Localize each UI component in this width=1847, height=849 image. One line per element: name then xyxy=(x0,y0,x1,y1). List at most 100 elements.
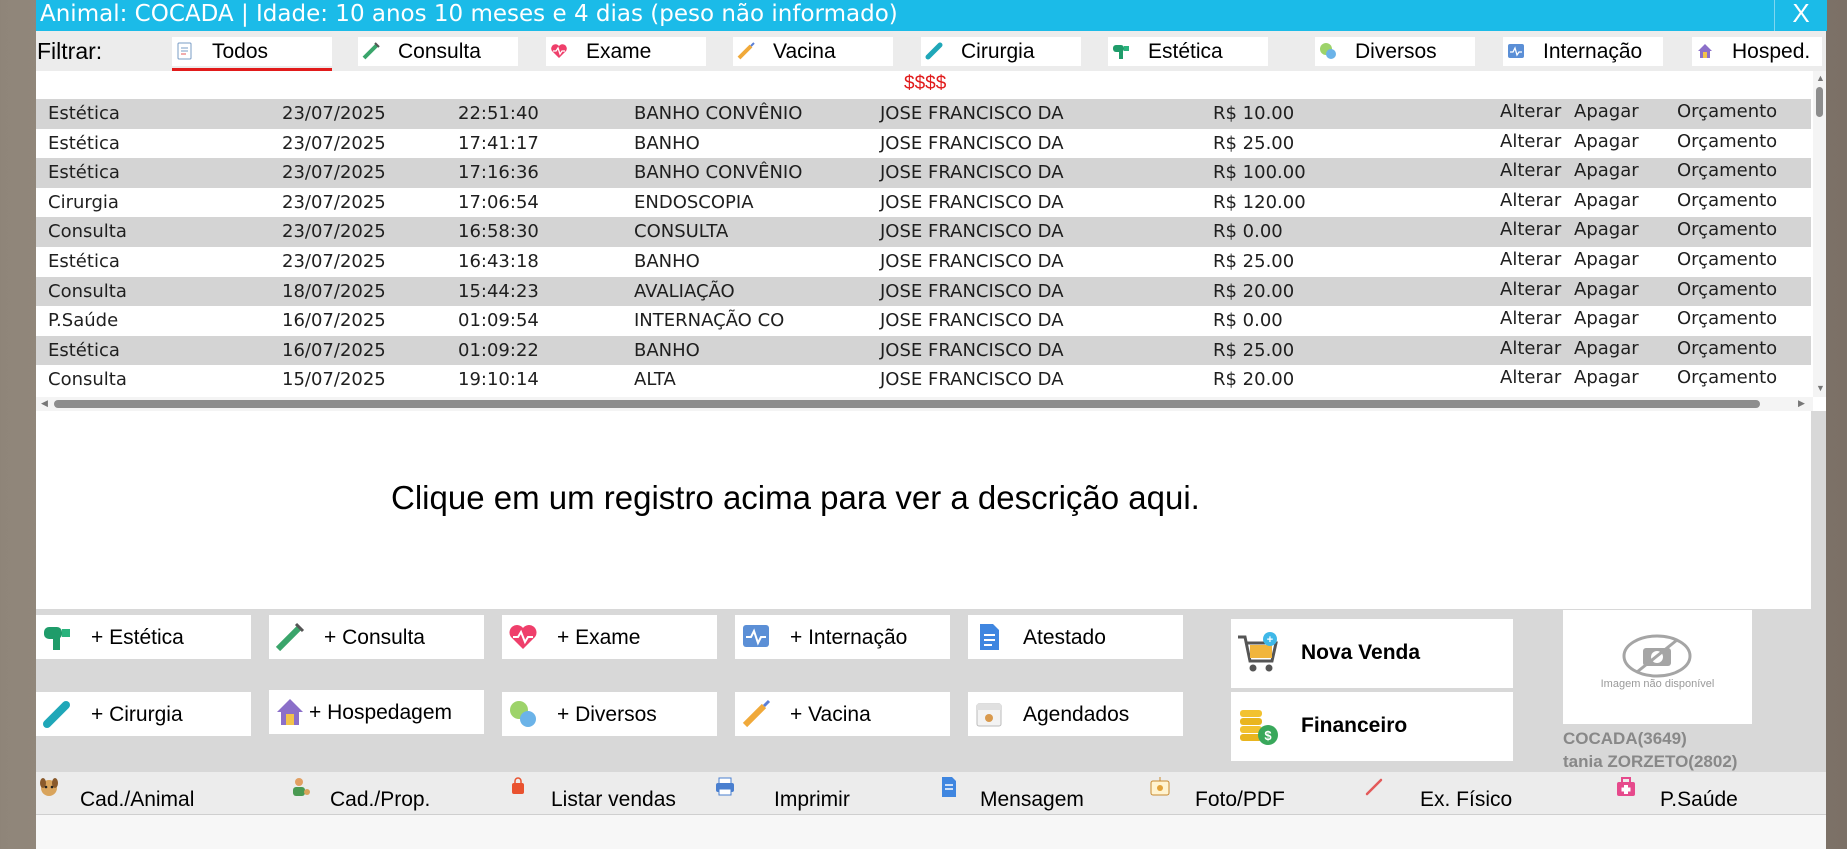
vertical-scroll-thumb[interactable] xyxy=(1816,87,1823,117)
cell-person: JOSE FRANCISCO DA xyxy=(880,191,1064,213)
quote-link[interactable]: Orçamento xyxy=(1677,308,1777,329)
scroll-right-arrow-icon[interactable]: ▶ xyxy=(1798,398,1805,409)
filter-tab-internacao[interactable]: Internação xyxy=(1503,37,1663,66)
delete-link[interactable]: Apagar xyxy=(1574,308,1639,329)
quote-link[interactable]: Orçamento xyxy=(1677,190,1777,211)
hair-dryer-icon xyxy=(44,627,70,650)
edit-link[interactable]: Alterar xyxy=(1500,219,1561,240)
agendados-label: Agendados xyxy=(1023,703,1130,726)
scroll-down-arrow-icon[interactable]: ▼ xyxy=(1816,383,1825,393)
quote-link[interactable]: Orçamento xyxy=(1677,367,1777,388)
filter-tab-estetica[interactable]: Estética xyxy=(1108,37,1268,66)
filter-tab-todos[interactable]: Todos xyxy=(172,37,332,71)
foto-pdf-button[interactable]: Foto/PDF xyxy=(1149,776,1299,811)
table-row[interactable]: Estética 23/07/2025 22:51:40 BANHO CONVÊNIO… xyxy=(36,99,1811,129)
listar-vendas-button[interactable]: Listar vendas xyxy=(507,776,687,811)
horizontal-scrollbar[interactable]: ◀ ▶ xyxy=(36,397,1813,411)
quote-link[interactable]: Orçamento xyxy=(1677,249,1777,270)
add-diversos-button[interactable]: + Diversos xyxy=(502,692,717,736)
filter-tab-cirurgia[interactable]: Cirurgia xyxy=(921,37,1081,66)
records-grid[interactable]: $$$$ Estética 23/07/2025 22:51:40 BANHO CON… xyxy=(36,71,1826,411)
add-consulta-label: + Consulta xyxy=(324,626,425,649)
add-estetica-button[interactable]: + Estética xyxy=(36,615,251,659)
edit-link[interactable]: Alterar xyxy=(1500,308,1561,329)
edit-link[interactable]: Alterar xyxy=(1500,367,1561,388)
delete-link[interactable]: Apagar xyxy=(1574,131,1639,152)
atestado-button[interactable]: Atestado xyxy=(968,615,1183,659)
edit-link[interactable]: Alterar xyxy=(1500,160,1561,181)
quote-link[interactable]: Orçamento xyxy=(1677,131,1777,152)
no-camera-icon xyxy=(1622,634,1692,678)
cell-person: JOSE FRANCISCO DA xyxy=(880,339,1064,361)
edit-link[interactable]: Alterar xyxy=(1500,101,1561,122)
delete-link[interactable]: Apagar xyxy=(1574,249,1639,270)
animal-photo[interactable]: Imagem não disponível xyxy=(1563,610,1752,724)
cad-prop-button[interactable]: Cad./Prop. xyxy=(290,776,470,811)
add-cirurgia-button[interactable]: + Cirurgia xyxy=(36,692,251,736)
table-row[interactable]: Cirurgia 23/07/2025 17:06:54 ENDOSCOPIA JOSE… xyxy=(36,188,1811,218)
edit-link[interactable]: Alterar xyxy=(1500,190,1561,211)
delete-link[interactable]: Apagar xyxy=(1574,160,1639,181)
table-row[interactable]: Estética 23/07/2025 17:16:36 BANHO CONVÊNIO… xyxy=(36,158,1811,188)
quote-link[interactable]: Orçamento xyxy=(1677,338,1777,359)
quote-link[interactable]: Orçamento xyxy=(1677,279,1777,300)
add-internacao-button[interactable]: + Internação xyxy=(735,615,950,659)
filter-tab-consulta[interactable]: Consulta xyxy=(358,37,518,66)
bottom-toolbar: Cad./Animal Cad./Prop. Listar vendas Imp… xyxy=(36,772,1826,814)
table-row[interactable]: Estética 16/07/2025 01:09:22 BANHO JOSE FRAN… xyxy=(36,335,1811,366)
quote-link[interactable]: Orçamento xyxy=(1677,219,1777,240)
close-button[interactable]: X xyxy=(1774,0,1827,31)
scroll-left-arrow-icon[interactable]: ◀ xyxy=(41,398,48,409)
notepad-icon xyxy=(177,42,192,60)
shopping-cart-icon: + xyxy=(1238,632,1278,672)
ex-fisico-button[interactable]: Ex. Físico xyxy=(1363,776,1513,811)
quote-link[interactable]: Orçamento xyxy=(1677,160,1777,181)
delete-link[interactable]: Apagar xyxy=(1574,338,1639,359)
filter-tab-diversos[interactable]: Diversos xyxy=(1315,37,1475,66)
filter-tab-vacina[interactable]: Vacina xyxy=(733,37,893,66)
quote-link[interactable]: Orçamento xyxy=(1677,101,1777,122)
horizontal-scroll-thumb[interactable] xyxy=(54,400,1760,408)
edit-link[interactable]: Alterar xyxy=(1500,249,1561,270)
value-column-header: $$$$ xyxy=(904,73,947,94)
filter-tab-label: Cirurgia xyxy=(961,40,1035,63)
table-row[interactable]: Consulta 18/07/2025 15:44:23 AVALIAÇÃO JOSE … xyxy=(36,276,1811,307)
add-hospedagem-button[interactable]: + Hospedagem xyxy=(269,690,484,734)
table-row[interactable]: Consulta 23/07/2025 16:58:30 CONSULTA JOSE F… xyxy=(36,217,1811,247)
nova-venda-label: Nova Venda xyxy=(1301,641,1421,664)
filter-tab-hospedagem[interactable]: Hosped. xyxy=(1692,37,1822,66)
cad-animal-label: Cad./Animal xyxy=(80,788,195,811)
nova-venda-button[interactable]: + Nova Venda xyxy=(1231,619,1513,688)
table-row[interactable]: Consulta 15/07/2025 19:10:14 ALTA JOSE FRANC… xyxy=(36,365,1811,395)
cad-animal-button[interactable]: Cad./Animal xyxy=(38,776,218,811)
vaccine-icon xyxy=(742,699,771,728)
scroll-up-arrow-icon[interactable]: ▲ xyxy=(1816,73,1825,83)
imprimir-button[interactable]: Imprimir xyxy=(714,776,864,811)
add-exame-button[interactable]: + Exame xyxy=(502,615,717,659)
vertical-scrollbar[interactable]: ▲ ▼ xyxy=(1813,71,1826,397)
vaccine-icon xyxy=(737,42,755,60)
delete-link[interactable]: Apagar xyxy=(1574,279,1639,300)
add-vacina-button[interactable]: + Vacina xyxy=(735,692,950,736)
coins-icon: $ xyxy=(1240,710,1278,745)
p-saude-button[interactable]: P.Saúde xyxy=(1615,776,1765,811)
table-row[interactable]: Estética 23/07/2025 16:43:18 BANHO JOSE FRAN… xyxy=(36,247,1811,277)
table-row[interactable]: P.Saúde 16/07/2025 01:09:54 INTERNAÇÃO CO JO… xyxy=(36,306,1811,336)
table-row[interactable]: Estética 23/07/2025 17:41:17 BANHO JOSE FRAN… xyxy=(36,129,1811,159)
edit-link[interactable]: Alterar xyxy=(1500,131,1561,152)
agendados-button[interactable]: Agendados xyxy=(968,692,1183,736)
financeiro-button[interactable]: $ Financeiro xyxy=(1231,692,1513,761)
delete-link[interactable]: Apagar xyxy=(1574,101,1639,122)
edit-link[interactable]: Alterar xyxy=(1500,338,1561,359)
delete-link[interactable]: Apagar xyxy=(1574,219,1639,240)
cell-time: 17:16:36 xyxy=(458,162,539,184)
add-consulta-button[interactable]: + Consulta xyxy=(269,615,484,659)
cell-date: 18/07/2025 xyxy=(282,280,386,302)
delete-link[interactable]: Apagar xyxy=(1574,190,1639,211)
atestado-label: Atestado xyxy=(1023,626,1106,649)
mensagem-button[interactable]: Mensagem xyxy=(938,776,1088,811)
delete-link[interactable]: Apagar xyxy=(1574,367,1639,388)
medical-kit-icon xyxy=(1617,777,1635,796)
edit-link[interactable]: Alterar xyxy=(1500,279,1561,300)
filter-tab-exame[interactable]: Exame xyxy=(546,37,706,66)
